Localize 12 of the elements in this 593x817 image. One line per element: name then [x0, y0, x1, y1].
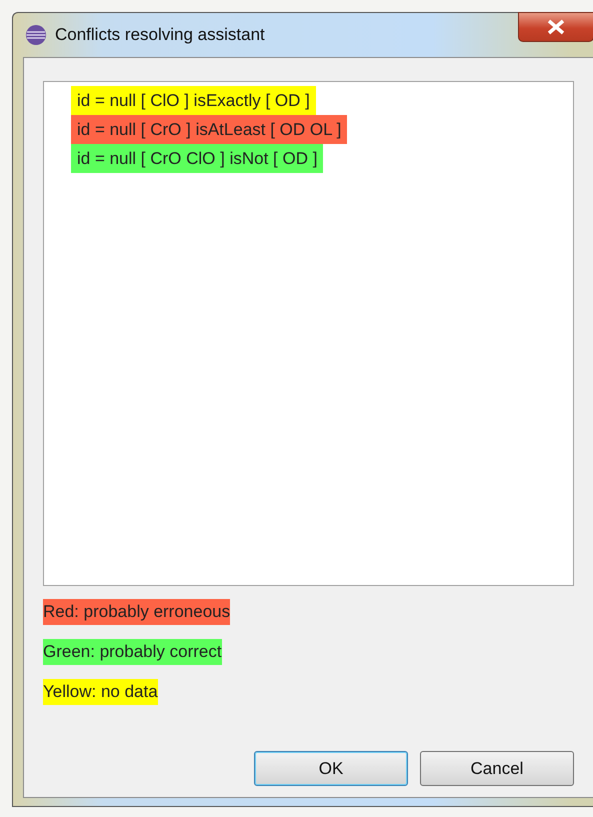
cancel-button[interactable]: Cancel — [420, 751, 574, 786]
ok-button[interactable]: OK — [254, 751, 408, 786]
legend-label: Red: probably erroneous — [43, 599, 230, 625]
window-title: Conflicts resolving assistant — [55, 25, 265, 45]
sphere-icon — [25, 24, 47, 46]
legend-label: Yellow: no data — [43, 679, 158, 705]
close-button[interactable] — [518, 12, 593, 42]
conflict-item[interactable]: id = null [ CrO ClO ] isNot [ OD ] — [71, 144, 324, 173]
conflict-item[interactable]: id = null [ ClO ] isExactly [ OD ] — [71, 86, 316, 115]
conflict-item[interactable]: id = null [ CrO ] isAtLeast [ OD OL ] — [71, 115, 348, 144]
close-icon — [546, 19, 566, 35]
legend-label: Green: probably correct — [43, 639, 222, 665]
